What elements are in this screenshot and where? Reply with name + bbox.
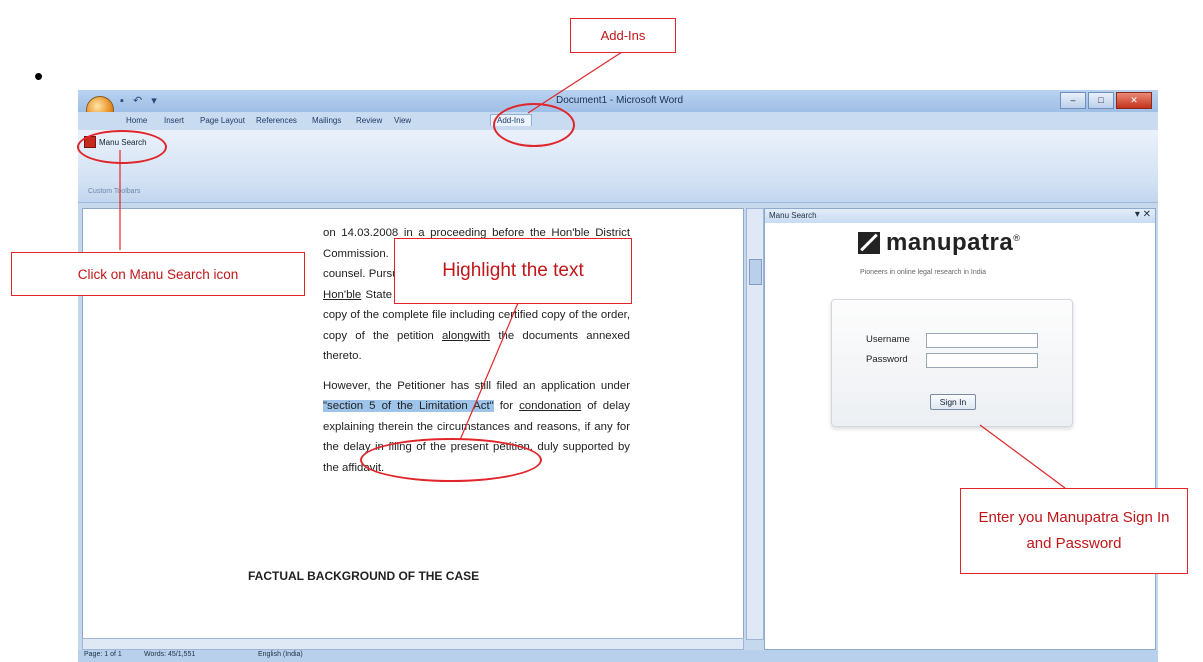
callout-click-manu-search: Click on Manu Search icon — [11, 252, 305, 296]
callout-highlight: Highlight the text — [394, 238, 632, 304]
manusearch-ellipse — [77, 130, 167, 164]
addins-ellipse — [493, 103, 575, 147]
line-highlight — [459, 302, 519, 441]
highlight-ellipse — [360, 438, 542, 482]
callout-addins: Add-Ins — [570, 18, 676, 53]
line-signin — [979, 424, 1066, 489]
callout-signin: Enter you Manupatra Sign In and Password — [960, 488, 1188, 574]
